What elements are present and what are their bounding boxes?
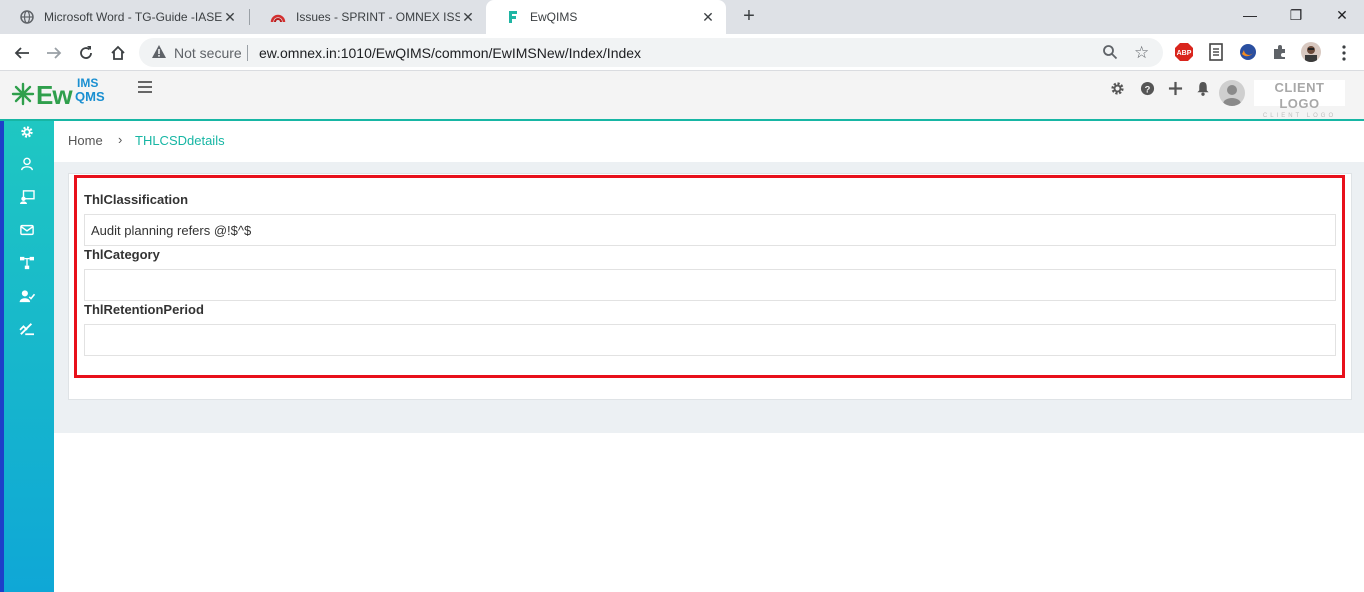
close-window-icon[interactable]: ✕	[1330, 4, 1354, 26]
sidebar	[0, 121, 54, 592]
document-icon[interactable]	[1206, 42, 1226, 62]
tab-title: Issues - SPRINT - OMNEX ISSUE T	[296, 10, 460, 24]
minimize-icon[interactable]: —	[1238, 4, 1262, 26]
profile-avatar[interactable]	[1301, 42, 1321, 62]
user-avatar[interactable]	[1219, 80, 1245, 106]
extension-orb-icon[interactable]	[1238, 42, 1258, 62]
menu-dots-icon[interactable]	[1331, 40, 1357, 66]
monitor-user-icon[interactable]	[18, 188, 36, 206]
settings-icon[interactable]	[18, 123, 36, 141]
home-icon[interactable]	[105, 40, 131, 66]
browser-tab-word[interactable]: Microsoft Word - TG-Guide -IASE ✕	[0, 0, 248, 34]
thl-retention-period-field[interactable]	[84, 324, 1336, 356]
thl-classification-field[interactable]: Audit planning refers @!$^$	[84, 214, 1336, 246]
security-label[interactable]: Not secure	[174, 45, 242, 61]
hamburger-menu-icon[interactable]	[138, 81, 152, 93]
help-icon[interactable]: ?	[1139, 81, 1155, 97]
hierarchy-icon[interactable]	[18, 254, 36, 272]
ewqims-icon	[509, 11, 517, 23]
back-icon[interactable]	[9, 40, 35, 66]
breadcrumb-current: THLCSDdetails	[135, 133, 225, 148]
breadcrumb: Home › THLCSDdetails	[54, 121, 1364, 162]
zoom-icon[interactable]	[1102, 44, 1118, 60]
tab-title: EwQIMS	[530, 10, 578, 24]
tab-title: Microsoft Word - TG-Guide -IASE	[44, 10, 222, 24]
abp-icon[interactable]: ABP	[1174, 42, 1194, 62]
warning-icon[interactable]	[151, 44, 167, 59]
browser-toolbar: Not secure ew.omnex.in:1010/EwQIMS/commo…	[0, 34, 1364, 71]
plus-icon[interactable]	[1167, 81, 1183, 97]
client-logo: CLIENT LOGO CLIENT LOGO	[1254, 80, 1345, 119]
browser-tab-issues[interactable]: Issues - SPRINT - OMNEX ISSUE T ✕	[250, 0, 486, 34]
user-icon[interactable]	[18, 155, 36, 173]
restore-icon[interactable]: ❐	[1284, 4, 1308, 26]
breadcrumb-home-link[interactable]: Home	[68, 133, 103, 148]
address-divider	[247, 45, 248, 61]
close-icon[interactable]: ✕	[700, 9, 716, 25]
app-header	[0, 71, 1364, 119]
tools-icon[interactable]	[18, 320, 36, 338]
chevron-right-icon: ›	[118, 132, 123, 147]
mail-icon[interactable]	[18, 221, 36, 239]
client-logo-subtext: CLIENT LOGO	[1262, 113, 1337, 119]
reload-icon[interactable]	[73, 40, 99, 66]
close-icon[interactable]: ✕	[460, 9, 476, 25]
thl-category-label: ThlCategory	[84, 247, 160, 262]
browser-tab-ewqims[interactable]: EwQIMS ✕	[486, 0, 726, 34]
thl-category-field[interactable]	[84, 269, 1336, 301]
address-bar[interactable]: Not secure ew.omnex.in:1010/EwQIMS/commo…	[139, 38, 1163, 67]
gear-icon[interactable]	[1109, 81, 1125, 97]
bookmark-star-icon[interactable]: ☆	[1134, 43, 1149, 63]
close-icon[interactable]: ✕	[222, 9, 238, 25]
new-tab-button[interactable]: +	[738, 6, 760, 28]
logo-ims-text: IMS	[77, 76, 99, 90]
bell-icon[interactable]	[1195, 81, 1211, 97]
globe-icon	[20, 10, 34, 24]
logo-qms-text: QMS	[75, 89, 105, 104]
forward-icon[interactable]	[41, 40, 67, 66]
logo-ew-text: Ew	[36, 80, 73, 110]
thl-classification-label: ThlClassification	[84, 192, 189, 207]
thl-retention-period-label: ThlRetentionPeriod	[84, 302, 204, 317]
svg-text:ABP: ABP	[1177, 50, 1192, 57]
jira-icon	[270, 14, 286, 23]
user-check-icon[interactable]	[18, 287, 36, 305]
url-text[interactable]: ew.omnex.in:1010/EwQIMS/common/EwIMSNew/…	[259, 45, 641, 61]
client-logo-text: CLIENT LOGO	[1274, 80, 1325, 111]
svg-text:?: ?	[1144, 84, 1150, 94]
logo-star-icon	[11, 82, 35, 106]
puzzle-icon[interactable]	[1270, 42, 1290, 62]
browser-tabstrip: Microsoft Word - TG-Guide -IASE ✕ Issues…	[0, 0, 1364, 34]
